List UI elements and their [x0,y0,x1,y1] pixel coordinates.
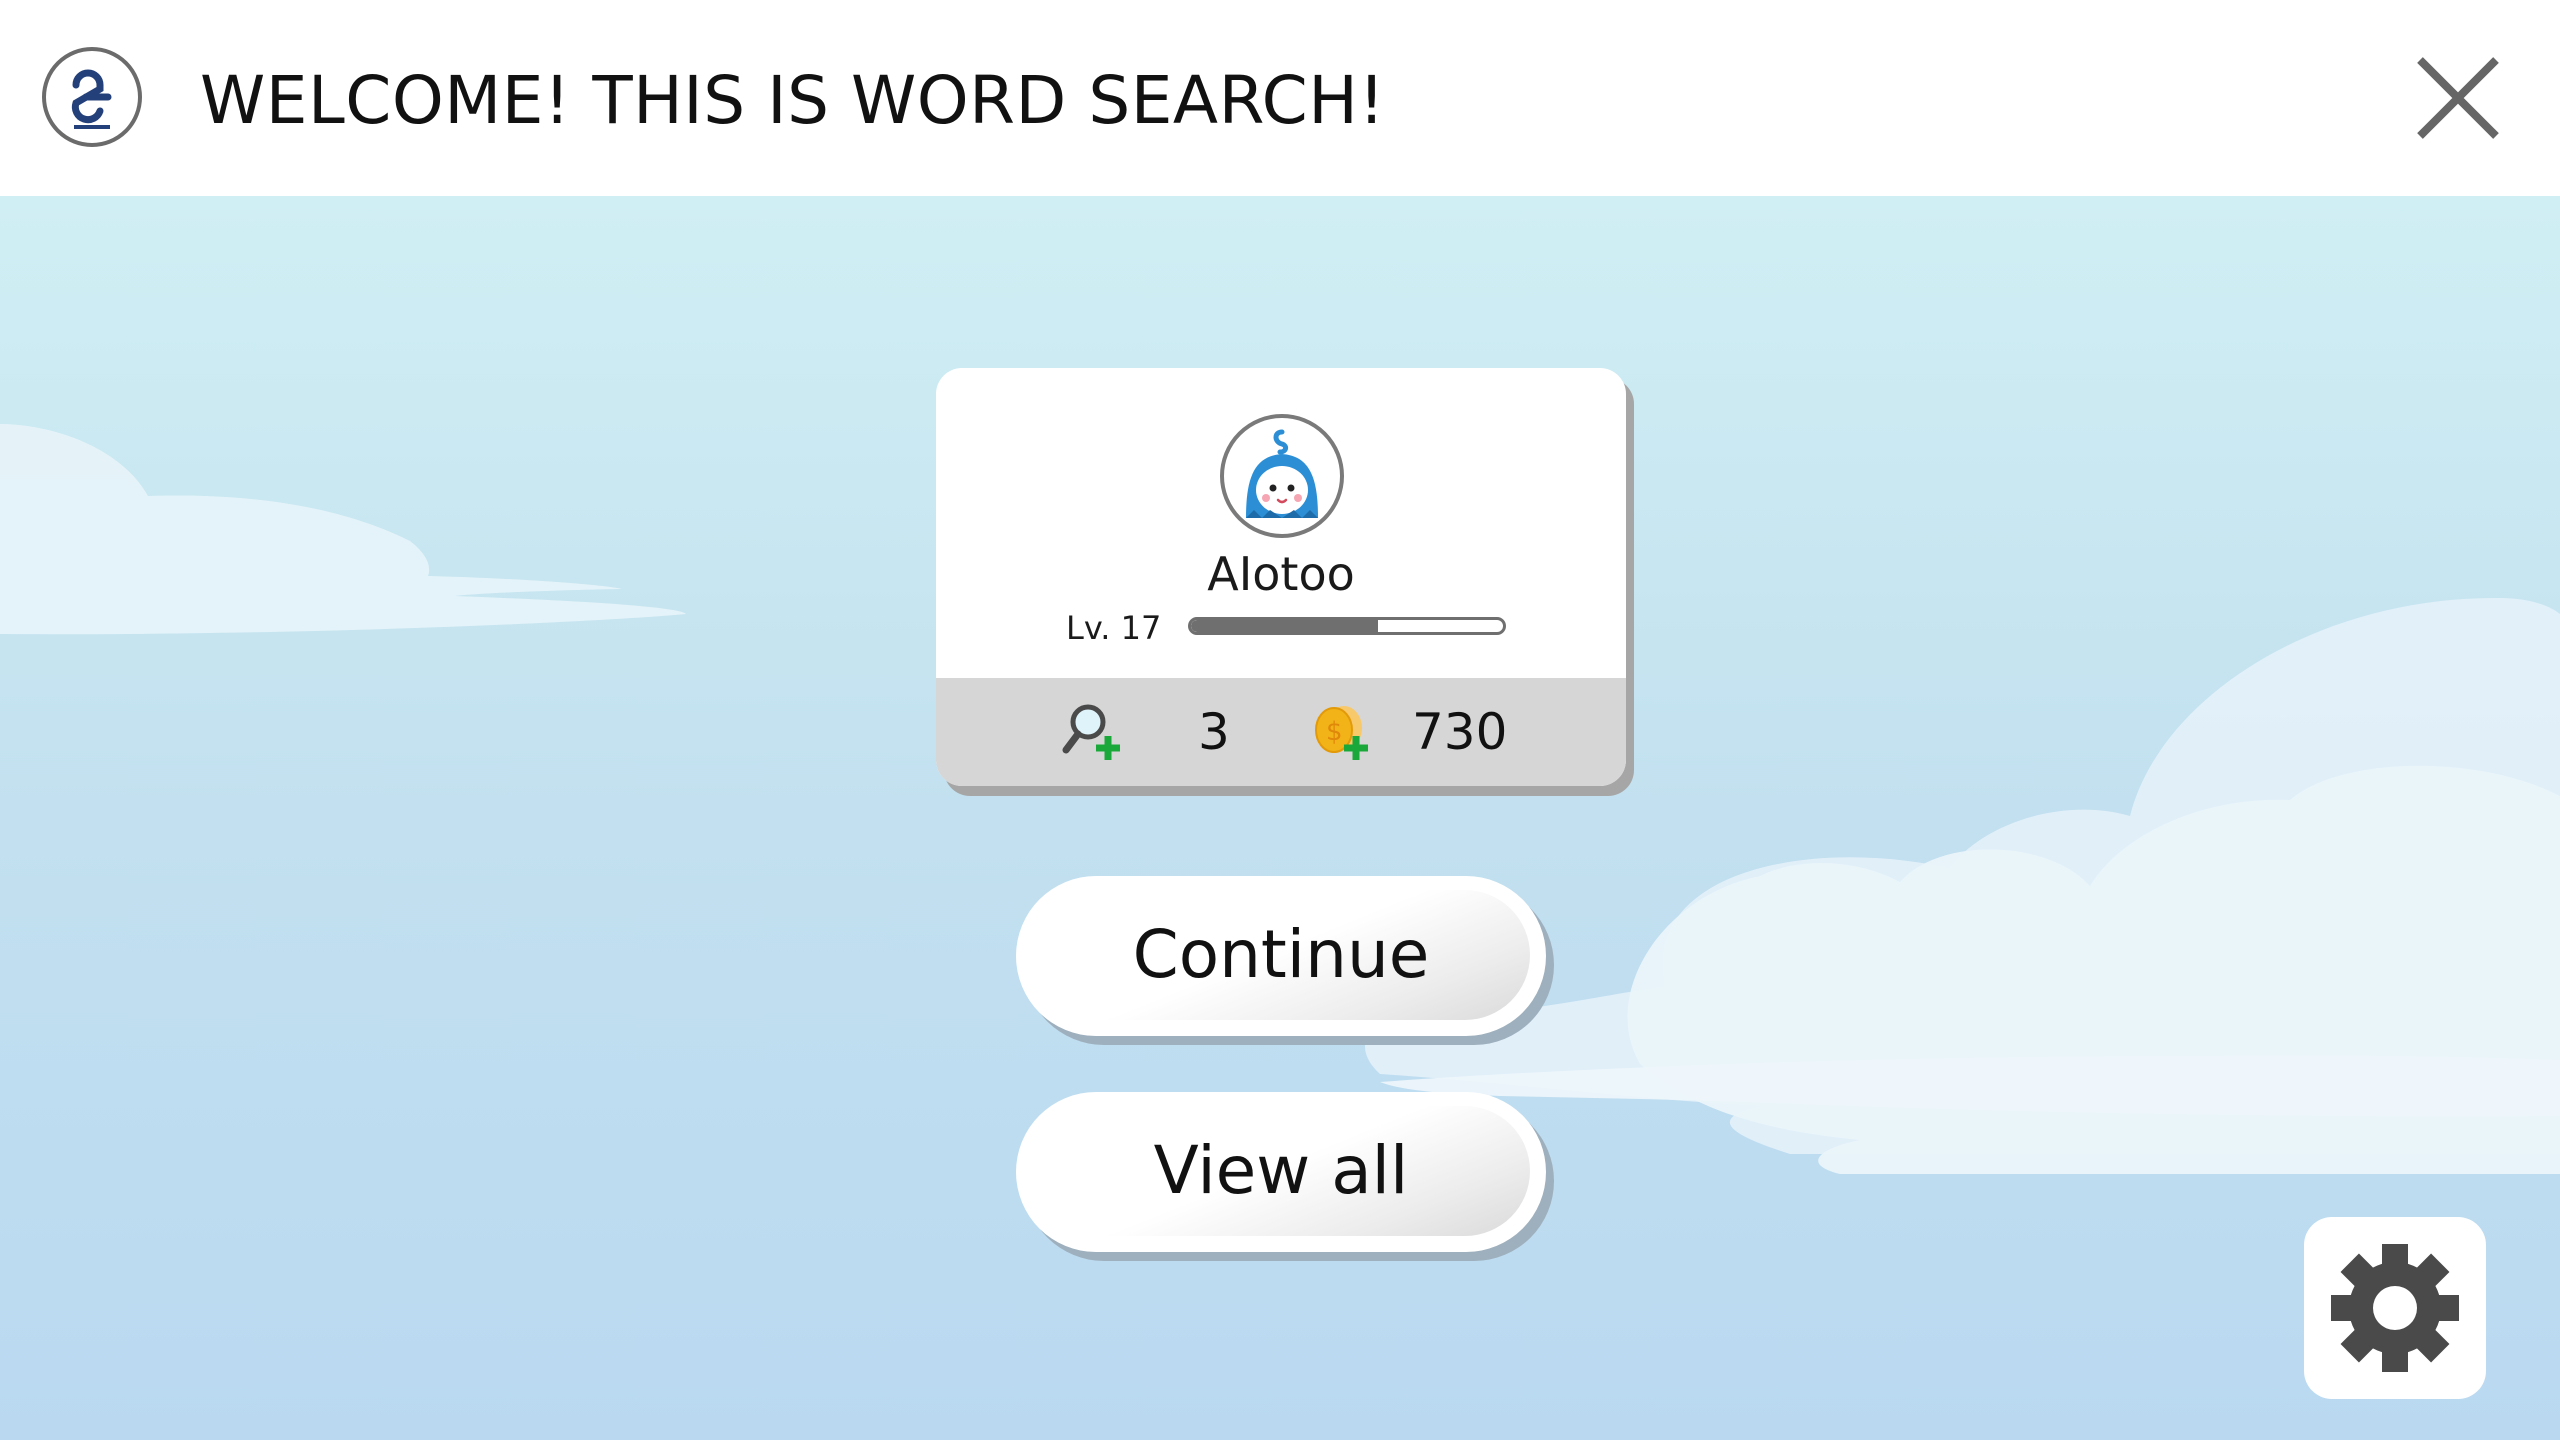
o2o-logo-icon [42,47,142,147]
avatar[interactable] [1220,414,1344,538]
continue-button-label: Continue [1132,916,1430,993]
magnifier-plus-icon[interactable] [1062,700,1124,762]
profile-card: AIotoo Lv. 17 3 $ 730 [936,368,1626,786]
header-bar: WELCOME! THIS IS WORD SEARCH! [0,0,2560,196]
stats-strip: 3 $ 730 [936,678,1626,786]
xp-progress-bar [1188,617,1506,635]
username: AIotoo [1207,547,1355,601]
settings-button[interactable] [2304,1217,2486,1399]
level-label: Lv. 17 [1066,609,1162,647]
close-icon [2417,57,2499,139]
coin-count: 730 [1412,703,1508,761]
view-all-button[interactable]: View all [1016,1092,1546,1252]
avatar-character-icon [1246,429,1318,518]
page-title: WELCOME! THIS IS WORD SEARCH! [200,62,1386,139]
gear-icon [2331,1244,2459,1372]
svg-text:$: $ [1326,717,1343,747]
xp-progress-fill [1191,620,1379,632]
game-background: AIotoo Lv. 17 3 $ 730 Continue View all [0,196,2560,1440]
view-all-button-label: View all [1153,1132,1409,1209]
coin-plus-icon[interactable]: $ [1308,700,1372,762]
hint-count: 3 [1198,703,1230,761]
continue-button[interactable]: Continue [1016,876,1546,1036]
close-button[interactable] [2410,50,2506,146]
